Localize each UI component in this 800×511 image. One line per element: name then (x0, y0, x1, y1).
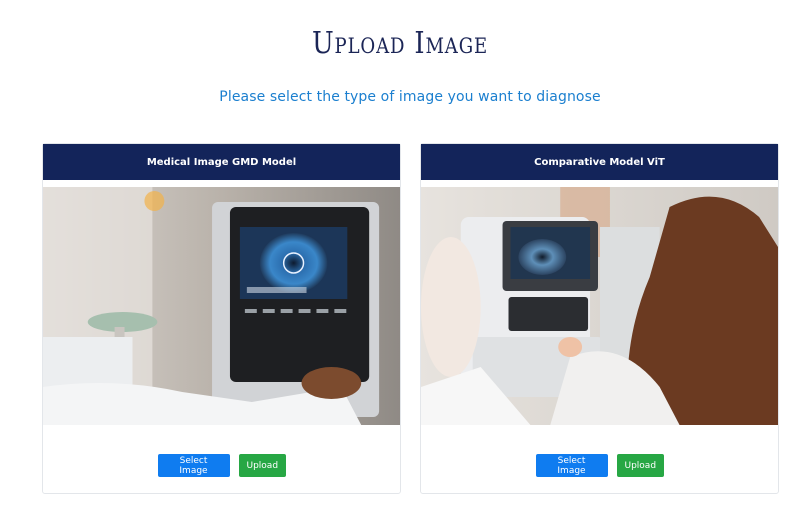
eye-exam-photo (43, 187, 400, 425)
card-header: Comparative Model ViT (421, 144, 778, 180)
model-card-gmd: Medical Image GMD Model Select Image Upl… (42, 143, 401, 494)
upload-button[interactable]: Upload (616, 454, 664, 477)
page-title: Upload Image (311, 26, 489, 61)
card-actions: Select Image Upload (421, 454, 778, 477)
model-card-vit: Comparative Model ViT Select Image Uploa… (420, 143, 779, 494)
upload-button[interactable]: Upload (238, 454, 286, 477)
card-actions: Select Image Upload (43, 454, 400, 477)
select-image-button[interactable]: Select Image (157, 454, 230, 477)
select-image-button[interactable]: Select Image (535, 454, 608, 477)
card-title: Comparative Model ViT (534, 156, 665, 168)
card-header: Medical Image GMD Model (43, 144, 400, 180)
page-subtitle: Please select the type of image you want… (219, 89, 601, 105)
card-title: Medical Image GMD Model (146, 156, 297, 168)
eye-exam-photo (421, 187, 778, 425)
